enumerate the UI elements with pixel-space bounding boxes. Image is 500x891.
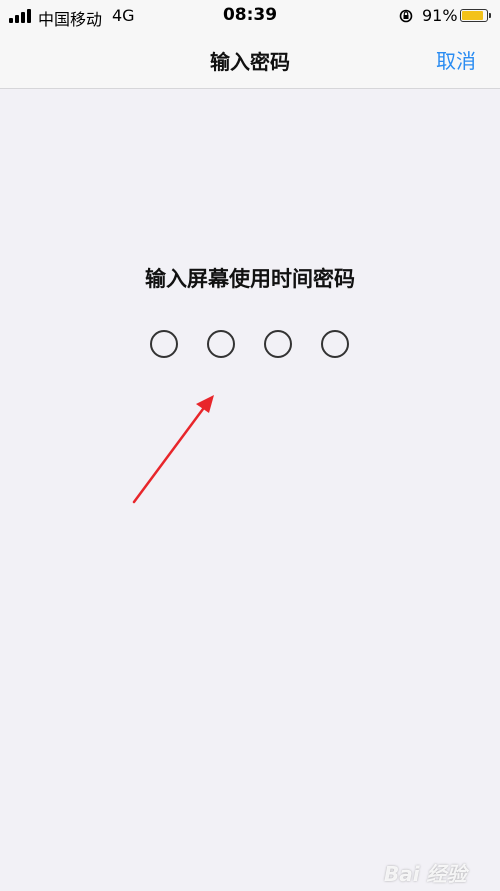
nav-bar: 输入密码 取消 <box>0 34 500 89</box>
status-bar: 中国移动 4G 08:39 91% <box>0 0 500 34</box>
screen: 中国移动 4G 08:39 91% 输入密码 取消 输入屏幕使用时间密码 Bai… <box>0 0 500 891</box>
arrow-icon <box>132 395 214 504</box>
passcode-dot <box>207 330 235 358</box>
passcode-dot <box>264 330 292 358</box>
passcode-dots[interactable] <box>0 330 500 358</box>
passcode-dot <box>321 330 349 358</box>
cancel-button[interactable]: 取消 <box>436 45 476 74</box>
battery-level <box>462 11 483 20</box>
passcode-prompt: 输入屏幕使用时间密码 <box>145 267 355 291</box>
passcode-dot <box>150 330 178 358</box>
nav-title: 输入密码 <box>210 50 290 74</box>
battery-icon <box>460 9 488 22</box>
battery-percent: 91% <box>422 6 458 25</box>
rotation-lock-icon <box>399 9 413 23</box>
baidu-watermark: Bai 经验 <box>384 862 467 886</box>
battery-tip <box>489 13 491 18</box>
